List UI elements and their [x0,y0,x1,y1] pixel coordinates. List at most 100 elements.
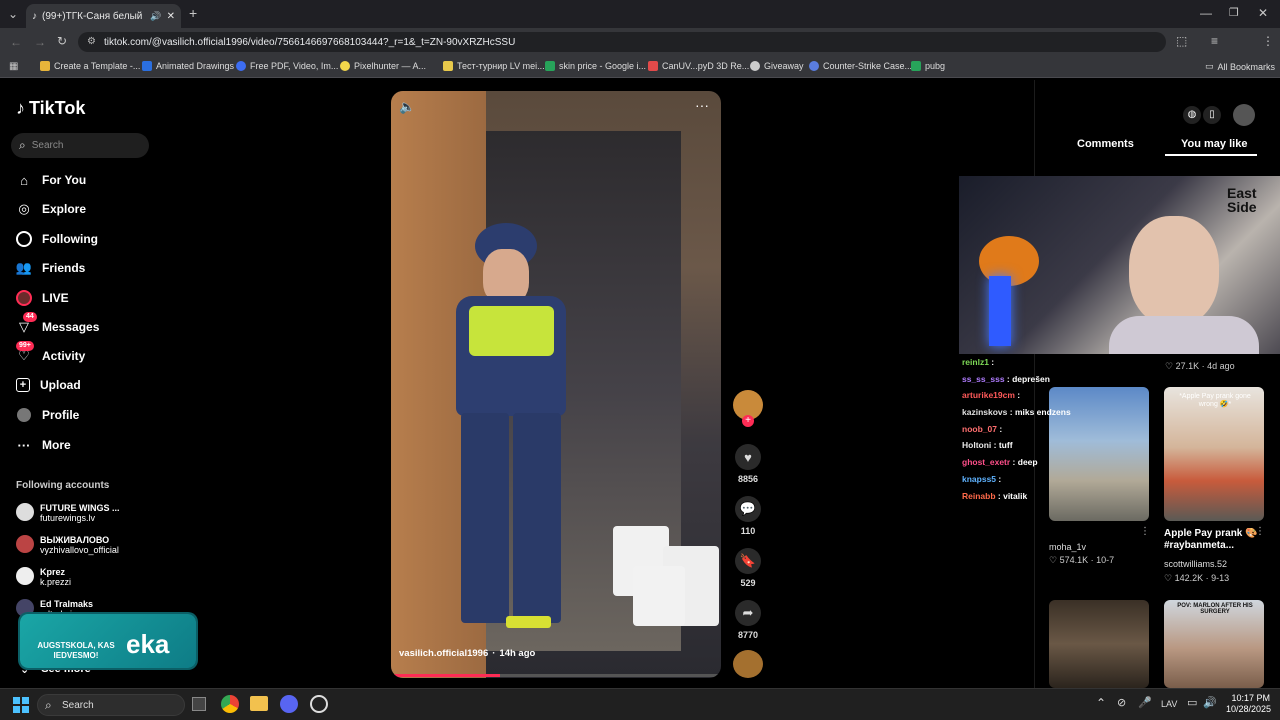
follow-plus-icon[interactable]: + [742,415,754,427]
recommended-video-card[interactable]: *Apple Pay prank gone wrong 🤣* [1164,387,1264,521]
site-info-icon[interactable]: ⚙ [87,36,96,47]
all-bookmarks-button[interactable]: ▭ All Bookmarks [1205,61,1275,72]
bookmark-favicon-icon [648,61,658,71]
bookmark-item[interactable]: skin price - Google i... [545,61,646,71]
video-progress-bar[interactable] [391,674,721,677]
tray-chevron-icon[interactable]: ⌃ [1096,696,1106,710]
browser-tab[interactable]: ♪ (99+)TГК-Саня белый Вас 🔊 ✕ [26,4,181,28]
nav-more[interactable]: ··· More [16,437,71,453]
forward-icon[interactable]: → [34,36,46,48]
folder-icon: ▭ [1205,61,1214,71]
audio-playing-icon[interactable]: 🔊 [150,11,161,22]
video-more-icon[interactable]: ··· [695,97,709,113]
new-tab-icon[interactable]: + [189,6,197,20]
sound-disc-icon[interactable] [733,650,763,678]
speaker-icon[interactable]: 🔊 [1203,696,1217,709]
bookmark-item[interactable]: CanUV...pyD 3D Re... [648,61,749,71]
video-progress-fill [391,674,500,677]
nav-profile[interactable]: Profile [16,407,79,423]
apps-grid-icon[interactable]: ▦ [9,61,18,73]
promo-banner[interactable]: AUGSTSKOLA, KAS IEDVESMO! eka [20,614,196,668]
save-button[interactable]: 🔖 529 [733,548,763,588]
chrome-menu-icon[interactable]: ⋮ [1262,35,1274,47]
back-icon[interactable]: ← [10,36,22,48]
nav-messages[interactable]: ▽ Messages 44 [16,312,99,335]
address-bar[interactable]: ⚙ tiktok.com/@vasilich.official1996/vide… [78,32,1166,52]
language-indicator[interactable]: LAV [1161,699,1177,709]
bookmark-favicon-icon [911,61,921,71]
tab-search-icon[interactable]: ⌄ [8,8,18,20]
tiktok-logo[interactable]: ♪ TikTok [16,98,85,119]
video-caption: vasilich.official1996 · 14h ago [399,648,536,659]
more-icon: ··· [17,437,31,453]
card-user[interactable]: scottwilliams.52 [1164,559,1227,569]
bookmark-item[interactable]: pubg [911,61,945,71]
nav-for-you[interactable]: ⌂ For You [16,172,86,188]
volume-icon[interactable]: 🔈 [399,99,415,115]
extensions-icon[interactable]: ⬚ [1176,35,1187,47]
recommended-video-card[interactable] [1049,600,1149,688]
microphone-icon[interactable]: 🎤 [1138,696,1152,709]
nav-friends[interactable]: 👥 Friends [16,260,85,276]
following-account[interactable]: Kprez k.prezzi [16,567,71,587]
bookmark-item[interactable]: Pixelhunter — A... [340,61,426,71]
chrome-app-icon[interactable] [221,695,239,713]
compass-icon: ◎ [18,201,30,216]
tray-app-icon[interactable]: ⊘ [1117,696,1126,709]
like-button[interactable]: ♥ 8856 [733,444,763,484]
bookmark-item[interactable]: Create a Template -... [40,61,140,71]
windows-start-icon[interactable] [13,697,29,713]
following-account[interactable]: ВЫЖИВАЛОВО vyzhivallovo_official [16,535,119,555]
network-icon[interactable]: ▭ [1187,696,1197,709]
avatar [16,503,34,521]
browser-tab-bar: ⌄ ♪ (99+)TГК-Саня белый Вас 🔊 ✕ + — ❐ ✕ [0,0,1280,28]
upload-icon: + [16,378,30,392]
user-avatar[interactable] [1233,104,1255,126]
home-icon: ⌂ [20,172,28,188]
nav-upload[interactable]: + Upload [16,378,81,392]
card-stats: ♡ 574.1K · 10-7 [1049,555,1115,565]
tab-close-icon[interactable]: ✕ [167,11,175,22]
task-view-icon[interactable] [192,697,206,711]
bookmark-item[interactable]: Тест-турнир LV mei... [443,61,545,71]
following-account[interactable]: FUTURE WINGS ... futurewings.lv [16,503,120,523]
video-player[interactable]: 🔈 ··· vasilich.official1996 · 14h ago [391,91,721,678]
nav-activity[interactable]: ♡ Activity 99+ [16,341,85,364]
reload-icon[interactable]: ↻ [57,35,67,47]
nav-following[interactable]: Following [16,231,98,247]
discord-icon[interactable] [280,695,298,713]
file-explorer-icon[interactable] [250,696,268,711]
bookmark-item[interactable]: Animated Drawings [142,61,234,71]
nav-explore[interactable]: ◎ Explore [16,201,86,217]
obs-icon[interactable] [310,695,328,713]
search-input[interactable]: ⌕ Search [11,133,149,158]
bookmark-icon: 🔖 [735,548,761,574]
tab-comments[interactable]: Comments [1077,138,1134,150]
card-more-icon[interactable]: ⋮ [1255,526,1265,537]
card-more-icon[interactable]: ⋮ [1140,526,1150,537]
card-user[interactable]: moha_1v [1049,542,1086,552]
card-stats: ♡ 27.1K · 4d ago [1165,361,1235,371]
share-button[interactable]: ➦ 8770 [733,600,763,640]
heart-small-icon: ♡ [1049,555,1060,565]
bookmark-item[interactable]: Free PDF, Video, Im... [236,61,338,71]
clock[interactable]: 10:17 PM 10/28/2025 [1226,693,1271,715]
device-icon[interactable]: ▯ [1203,106,1221,124]
video-author[interactable]: vasilich.official1996 [399,648,488,659]
bookmark-item[interactable]: Counter-Strike Case... [809,61,912,71]
reading-list-icon[interactable]: ≡ [1211,35,1218,47]
window-close-icon[interactable]: ✕ [1258,7,1268,19]
restore-icon[interactable]: ❐ [1229,7,1239,19]
coin-icon[interactable]: ◍ [1183,106,1201,124]
minimize-icon[interactable]: — [1200,7,1212,19]
nav-live[interactable]: LIVE [16,290,69,306]
bookmark-item[interactable]: Giveaway [750,61,804,71]
card-title[interactable]: Apple Pay prank 🎨 #raybanmeta... [1164,528,1264,552]
comment-button[interactable]: 💬 110 [733,496,763,536]
video-frame [506,616,551,628]
video-frame [513,413,561,623]
tab-you-may-like[interactable]: You may like [1181,138,1247,150]
taskbar-search[interactable]: ⌕ Search [37,694,185,716]
avatar [16,567,34,585]
recommended-video-card[interactable]: POV: MARLON AFTER HIS SURGERY [1164,600,1264,688]
